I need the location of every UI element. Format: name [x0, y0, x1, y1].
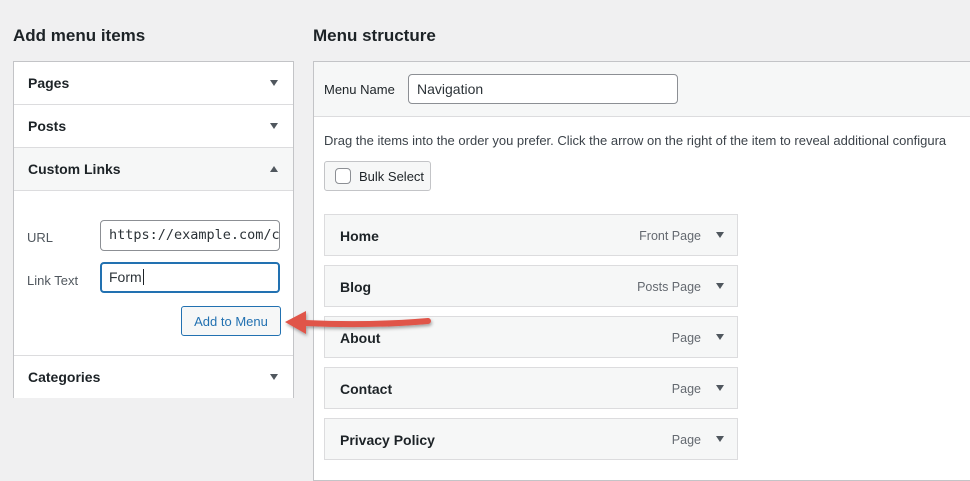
- menu-item-type: Front Page: [639, 229, 701, 243]
- menu-item-privacy-policy[interactable]: Privacy Policy Page: [324, 418, 738, 460]
- url-input[interactable]: https://example.com/c: [100, 220, 280, 251]
- menu-name-label: Menu Name: [324, 82, 395, 97]
- menu-name-bar: Menu Name Navigation: [314, 62, 970, 117]
- menu-item-title: About: [340, 330, 381, 346]
- section-pages-label: Pages: [28, 75, 70, 91]
- section-categories[interactable]: Categories: [14, 355, 293, 398]
- section-pages[interactable]: Pages: [14, 62, 293, 105]
- menu-item-blog[interactable]: Blog Posts Page: [324, 265, 738, 307]
- link-text-value: Form: [109, 269, 142, 285]
- bulk-select-button[interactable]: Bulk Select: [324, 161, 431, 191]
- menu-item-title: Home: [340, 228, 379, 244]
- menu-name-input[interactable]: Navigation: [408, 74, 678, 104]
- menu-item-type: Page: [671, 433, 701, 447]
- add-menu-items-accordion: Pages Posts Custom Links URL https://exa…: [13, 61, 294, 398]
- menu-item-title: Privacy Policy: [340, 432, 435, 448]
- bulk-select-label: Bulk Select: [359, 168, 425, 184]
- chevron-down-icon: [270, 80, 278, 86]
- text-cursor: [142, 269, 144, 285]
- menu-item-type: Posts Page: [637, 280, 701, 294]
- menu-structure-panel: Menu Name Navigation Drag the items into…: [313, 61, 970, 481]
- menu-item-home[interactable]: Home Front Page: [324, 214, 738, 256]
- add-to-menu-button[interactable]: Add to Menu: [181, 306, 281, 336]
- chevron-up-icon: [270, 166, 278, 172]
- drag-instructions: Drag the items into the order you prefer…: [324, 133, 947, 148]
- menu-item-type: Page: [671, 331, 701, 345]
- menu-item-about[interactable]: About Page: [324, 316, 738, 358]
- link-text-input[interactable]: Form: [100, 262, 280, 293]
- section-posts-label: Posts: [28, 118, 67, 134]
- chevron-down-icon[interactable]: [716, 283, 724, 289]
- chevron-down-icon[interactable]: [716, 232, 724, 238]
- menu-item-title: Blog: [340, 279, 372, 295]
- section-posts[interactable]: Posts: [14, 105, 293, 148]
- section-custom-links[interactable]: Custom Links: [14, 148, 293, 191]
- chevron-down-icon[interactable]: [716, 385, 724, 391]
- url-label: URL: [27, 230, 54, 245]
- chevron-down-icon: [270, 123, 278, 129]
- section-categories-label: Categories: [28, 369, 101, 385]
- menu-item-type: Page: [671, 382, 701, 396]
- menu-item-contact[interactable]: Contact Page: [324, 367, 738, 409]
- checkbox-icon[interactable]: [335, 168, 351, 184]
- add-menu-items-heading: Add menu items: [13, 26, 146, 45]
- menu-item-title: Contact: [340, 381, 393, 397]
- chevron-down-icon[interactable]: [716, 436, 724, 442]
- section-custom-links-label: Custom Links: [28, 161, 121, 177]
- link-text-label: Link Text: [27, 273, 79, 288]
- chevron-down-icon: [270, 374, 278, 380]
- chevron-down-icon[interactable]: [716, 334, 724, 340]
- menu-structure-heading: Menu structure: [313, 26, 436, 45]
